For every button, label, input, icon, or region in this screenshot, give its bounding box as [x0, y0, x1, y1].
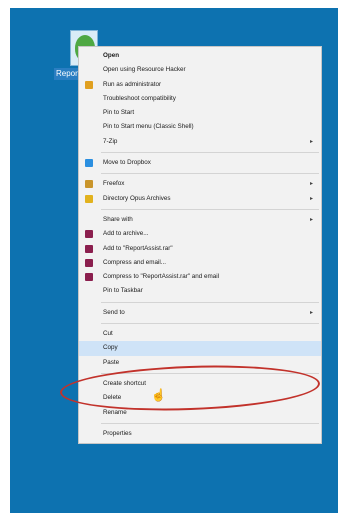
menu-item-send-to[interactable]: Send to ▸	[79, 306, 321, 320]
menu-item-add-to-reportassist-rar[interactable]: Add to "ReportAssist.rar"	[79, 242, 321, 256]
menu-item-freefox[interactable]: Freefox ▸	[79, 177, 321, 191]
menu-item-label: Share with	[103, 215, 133, 223]
menu-separator	[101, 323, 319, 325]
menu-item-cut[interactable]: Cut	[79, 327, 321, 341]
menu-item-label: Add to "ReportAssist.rar"	[103, 244, 173, 252]
menu-item-share-with[interactable]: Share with ▸	[79, 213, 321, 227]
shield-icon	[85, 80, 93, 89]
menu-item-run-as-administrator[interactable]: Run as administrator	[79, 78, 321, 92]
winrar-icon	[85, 273, 93, 282]
menu-item-label: Compress to "ReportAssist.rar" and email	[103, 273, 220, 281]
submenu-arrow-icon: ▸	[309, 309, 313, 316]
submenu-arrow-icon: ▸	[309, 195, 313, 202]
menu-item-label: Rename	[103, 408, 127, 416]
menu-item-open-using-resource-hacker[interactable]: Open using Resource Hacker	[79, 63, 321, 77]
menu-item-pin-to-taskbar[interactable]: Pin to Taskbar	[79, 284, 321, 298]
menu-item-label: Cut	[103, 330, 113, 338]
winrar-icon	[85, 244, 93, 253]
menu-item-compress-to-reportassist-rar-and-email[interactable]: Compress to "ReportAssist.rar" and email	[79, 270, 321, 284]
menu-item-label: Pin to Start	[103, 109, 135, 117]
menu-separator	[101, 301, 319, 303]
menu-item-label: Troubleshoot compatibility	[103, 94, 176, 102]
menu-separator	[101, 173, 319, 175]
menu-item-compress-and-email[interactable]: Compress and email...	[79, 256, 321, 270]
archive-icon	[85, 194, 93, 203]
submenu-arrow-icon: ▸	[309, 181, 313, 188]
menu-item-open[interactable]: Open	[79, 49, 321, 63]
menu-item-label: Open	[103, 52, 120, 59]
menu-item-pin-to-start[interactable]: Pin to Start	[79, 106, 321, 120]
menu-item-7-zip[interactable]: 7-Zip ▸	[79, 135, 321, 149]
menu-item-label: Paste	[103, 358, 120, 366]
menu-item-troubleshoot-compatibility[interactable]: Troubleshoot compatibility	[79, 92, 321, 106]
mouse-pointer-icon: ☝	[151, 388, 166, 402]
menu-item-label: Pin to Taskbar	[103, 287, 143, 295]
menu-item-move-to-dropbox[interactable]: Move to Dropbox	[79, 156, 321, 170]
winrar-icon	[85, 230, 93, 239]
menu-item-directory-opus-archives[interactable]: Directory Opus Archives ▸	[79, 192, 321, 206]
menu-separator	[101, 152, 319, 154]
menu-item-label: Compress and email...	[103, 258, 166, 266]
menu-item-label: Move to Dropbox	[103, 159, 151, 167]
submenu-arrow-icon: ▸	[309, 138, 313, 145]
menu-item-label: Copy	[103, 344, 118, 352]
dropbox-icon	[85, 159, 93, 168]
menu-item-add-to-archive[interactable]: Add to archive...	[79, 227, 321, 241]
menu-item-label: Freefox	[103, 180, 125, 188]
menu-item-label: Directory Opus Archives	[103, 194, 171, 202]
menu-item-label: Add to archive...	[103, 230, 149, 238]
menu-item-label: Open using Resource Hacker	[103, 66, 186, 74]
menu-item-label: 7-Zip	[103, 137, 118, 145]
menu-item-copy[interactable]: Copy	[79, 341, 321, 356]
submenu-arrow-icon: ▸	[309, 216, 313, 223]
menu-item-properties[interactable]: Properties	[79, 427, 321, 441]
winrar-icon	[85, 258, 93, 267]
menu-item-label: Run as administrator	[103, 80, 162, 88]
menu-item-label: Send to	[103, 308, 125, 316]
menu-item-label: Pin to Start menu (Classic Shell)	[103, 123, 194, 131]
folder-icon	[85, 180, 93, 189]
menu-separator	[101, 208, 319, 210]
menu-item-label: Properties	[103, 429, 132, 437]
menu-item-pin-to-start-menu-classic-shell[interactable]: Pin to Start menu (Classic Shell)	[79, 120, 321, 134]
menu-separator	[101, 422, 319, 424]
